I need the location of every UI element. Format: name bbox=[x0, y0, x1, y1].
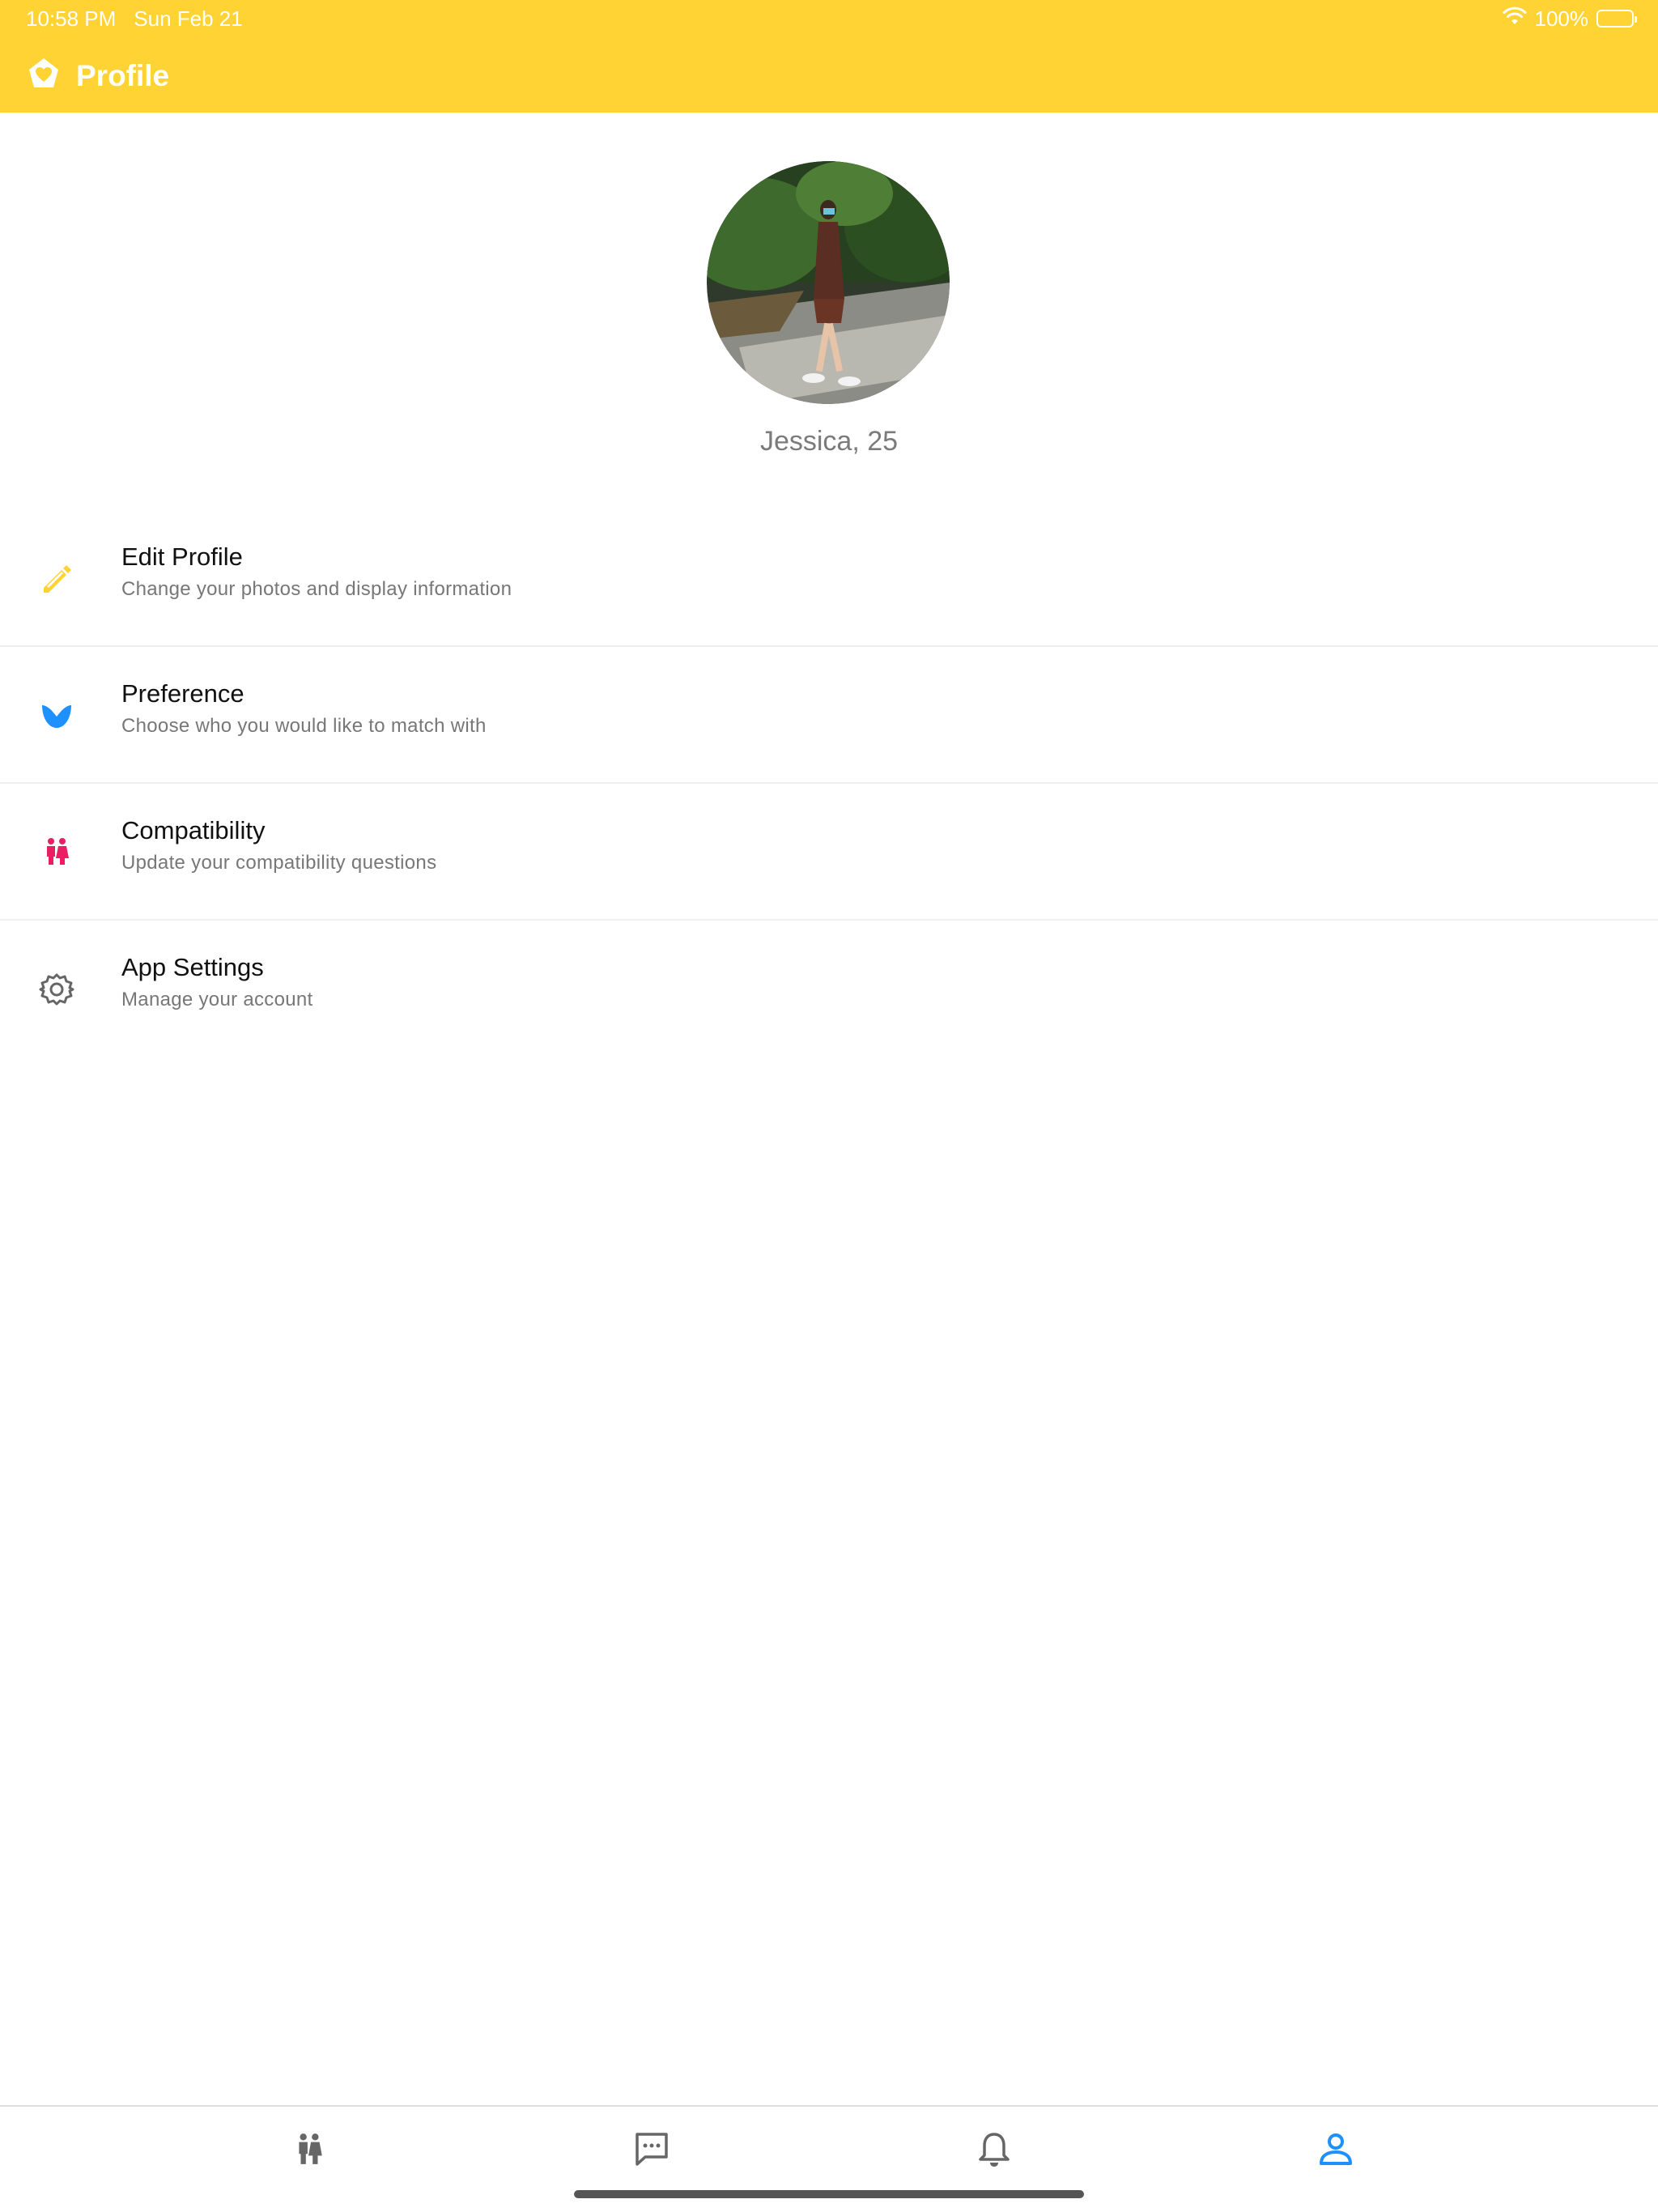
menu-item-title: App Settings bbox=[121, 953, 264, 981]
menu-item-subtitle: Choose who you would like to match with bbox=[121, 715, 487, 737]
couple-icon bbox=[37, 832, 76, 871]
menu-item-title: Edit Profile bbox=[121, 542, 243, 571]
menu-item-subtitle: Change your photos and display informati… bbox=[121, 578, 512, 600]
nav-notifications-tab[interactable] bbox=[970, 2126, 1018, 2175]
menu-item-edit-profile[interactable]: Edit Profile Change your photos and disp… bbox=[0, 510, 1658, 647]
status-bar-right: 100% bbox=[1503, 6, 1637, 32]
page-title: Profile bbox=[76, 59, 170, 92]
wifi-icon bbox=[1503, 6, 1527, 32]
home-indicator bbox=[574, 2190, 1084, 2198]
menu-item-subtitle: Manage your account bbox=[121, 989, 313, 1010]
battery-percent: 100% bbox=[1534, 6, 1589, 31]
nav-profile-tab[interactable] bbox=[1312, 2126, 1360, 2175]
profile-photo bbox=[707, 161, 950, 404]
menu-item-preference[interactable]: Preference Choose who you would like to … bbox=[0, 647, 1658, 784]
heart-hands-logo bbox=[26, 57, 62, 96]
bell-icon bbox=[975, 2129, 1014, 2172]
battery-icon bbox=[1596, 10, 1637, 28]
menu-item-subtitle: Update your compatibility questions bbox=[121, 852, 437, 874]
menu-item-title: Compatibility bbox=[121, 816, 266, 844]
status-time: 10:58 PM bbox=[26, 6, 117, 31]
profile-name-age: Jessica, 25 bbox=[759, 426, 899, 457]
profile-icon bbox=[1316, 2129, 1355, 2172]
menu-item-app-settings[interactable]: App Settings Manage your account bbox=[0, 921, 1658, 1057]
preference-icon bbox=[37, 696, 76, 734]
status-date: Sun Feb 21 bbox=[134, 6, 243, 31]
gear-icon bbox=[37, 970, 76, 1009]
profile-screen: 10:58 PM Sun Feb 21 100% Profile Jessica… bbox=[0, 0, 1658, 2212]
profile-menu-list: Edit Profile Change your photos and disp… bbox=[0, 510, 1658, 1057]
menu-item-title: Preference bbox=[121, 679, 244, 708]
avatar[interactable] bbox=[707, 161, 950, 404]
app-bar: 10:58 PM Sun Feb 21 100% Profile bbox=[0, 0, 1658, 113]
menu-item-compatibility[interactable]: Compatibility Update your compatibility … bbox=[0, 784, 1658, 921]
status-bar-left: 10:58 PM Sun Feb 21 bbox=[26, 6, 243, 31]
pencil-icon bbox=[37, 559, 76, 598]
chat-icon bbox=[632, 2129, 671, 2172]
title-row: Profile bbox=[26, 55, 169, 97]
people-icon bbox=[292, 2132, 326, 2170]
nav-chat-tab[interactable] bbox=[627, 2126, 676, 2175]
nav-matches-tab[interactable] bbox=[285, 2126, 334, 2175]
